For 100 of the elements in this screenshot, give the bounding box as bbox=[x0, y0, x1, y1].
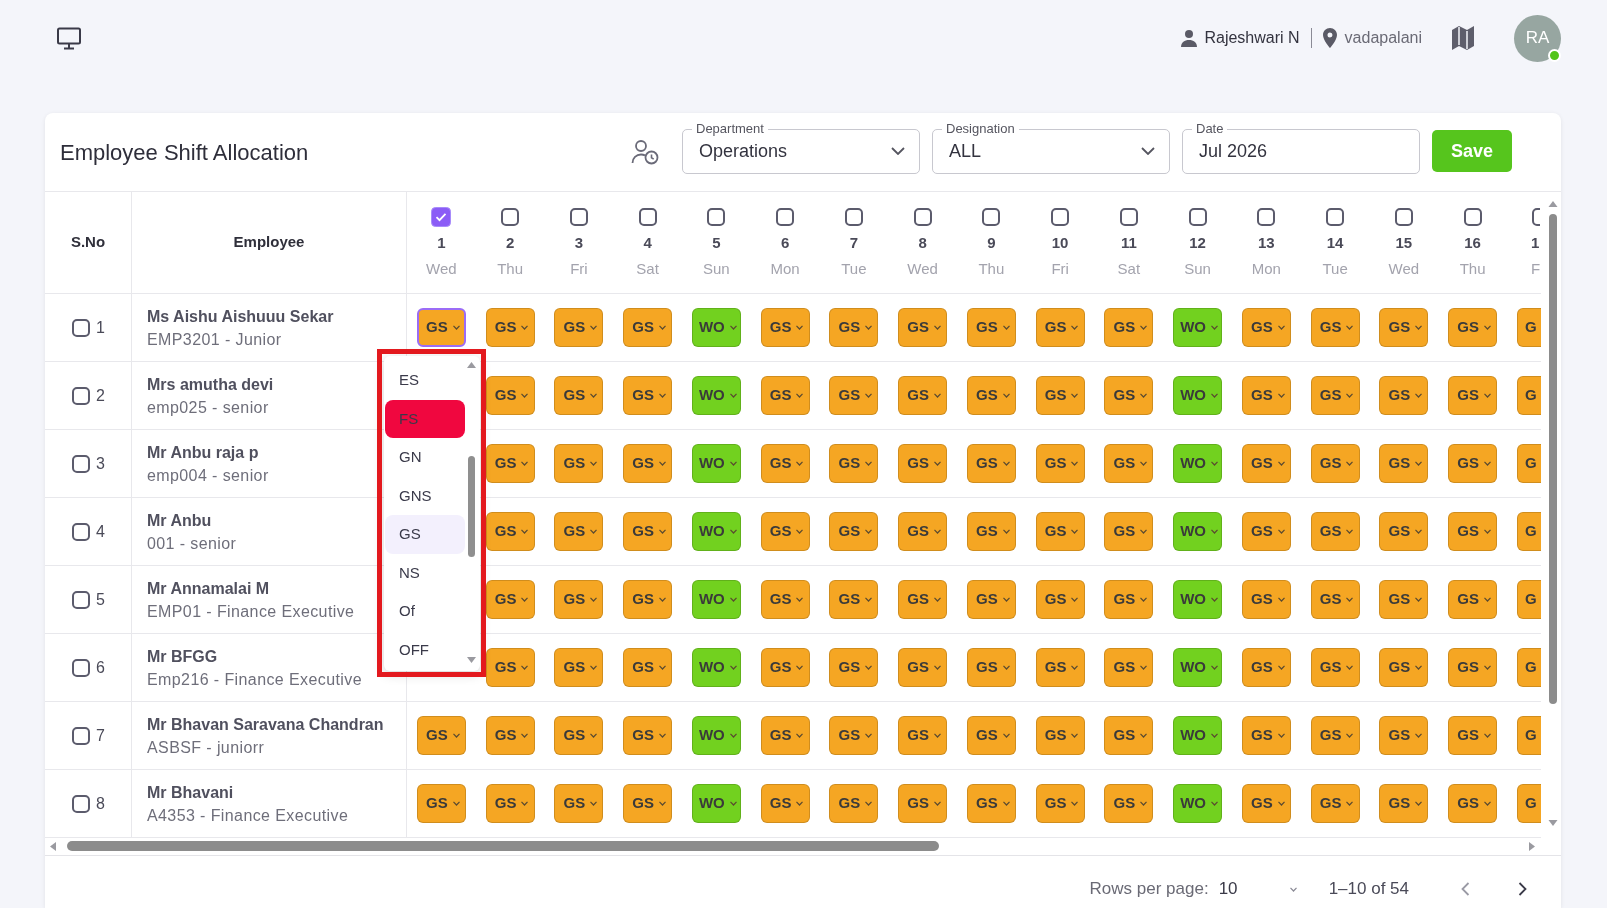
shift-select[interactable]: WO bbox=[1173, 444, 1223, 483]
shift-select[interactable]: GS bbox=[966, 716, 1016, 755]
shift-select[interactable]: GS bbox=[829, 376, 879, 415]
shift-select[interactable]: GS bbox=[554, 784, 604, 823]
shift-select[interactable]: GS bbox=[966, 376, 1016, 415]
shift-select[interactable]: GS bbox=[1448, 308, 1498, 347]
day-checkbox[interactable] bbox=[1256, 207, 1277, 227]
shift-select[interactable]: GS bbox=[485, 376, 535, 415]
shift-select[interactable]: GS bbox=[1310, 376, 1360, 415]
day-checkbox[interactable] bbox=[568, 207, 589, 227]
row-checkbox[interactable] bbox=[71, 725, 92, 746]
shift-select[interactable]: WO bbox=[1173, 716, 1223, 755]
row-checkbox[interactable] bbox=[71, 453, 92, 474]
row-checkbox[interactable] bbox=[71, 589, 92, 610]
day-checkbox[interactable] bbox=[1118, 207, 1139, 227]
shift-select[interactable]: GS bbox=[623, 512, 673, 551]
shift-select[interactable]: GS bbox=[1448, 580, 1498, 619]
shift-select[interactable]: WO bbox=[1173, 308, 1223, 347]
shift-select[interactable]: GS bbox=[623, 716, 673, 755]
shift-select[interactable]: WO bbox=[1173, 580, 1223, 619]
day-checkbox[interactable] bbox=[1187, 207, 1208, 227]
row-checkbox[interactable] bbox=[71, 521, 92, 542]
shift-select[interactable]: GS bbox=[416, 716, 466, 755]
shift-select[interactable]: GS bbox=[1035, 784, 1085, 823]
shift-select[interactable]: GS bbox=[1104, 716, 1154, 755]
shift-select[interactable]: GS bbox=[966, 648, 1016, 687]
shift-select[interactable]: GS bbox=[1310, 784, 1360, 823]
day-checkbox[interactable] bbox=[1531, 207, 1540, 227]
shift-select[interactable]: GS bbox=[760, 648, 810, 687]
shift-select[interactable]: GS bbox=[1379, 648, 1429, 687]
shift-select[interactable]: GS bbox=[898, 308, 948, 347]
shift-select[interactable]: GS bbox=[898, 580, 948, 619]
shift-select[interactable]: G bbox=[1517, 444, 1541, 483]
shift-select[interactable]: GS bbox=[1035, 376, 1085, 415]
shift-select[interactable]: GS bbox=[1448, 784, 1498, 823]
shift-select[interactable]: GS bbox=[1104, 648, 1154, 687]
row-checkbox[interactable] bbox=[71, 385, 92, 406]
row-checkbox[interactable] bbox=[71, 657, 92, 678]
shift-select[interactable]: GS bbox=[1448, 512, 1498, 551]
shift-select[interactable]: GS bbox=[829, 648, 879, 687]
shift-select[interactable]: GS bbox=[554, 580, 604, 619]
shift-select[interactable]: GS bbox=[1448, 444, 1498, 483]
shift-select[interactable]: GS bbox=[829, 308, 879, 347]
day-checkbox[interactable] bbox=[775, 207, 796, 227]
shift-select[interactable]: GS bbox=[623, 444, 673, 483]
shift-select[interactable]: GS bbox=[1035, 716, 1085, 755]
shift-select[interactable]: WO bbox=[1173, 512, 1223, 551]
shift-select[interactable]: GS bbox=[829, 784, 879, 823]
shift-select[interactable]: GS bbox=[1379, 784, 1429, 823]
shift-select[interactable]: G bbox=[1517, 648, 1541, 687]
row-checkbox[interactable] bbox=[71, 793, 92, 814]
shift-select[interactable]: GS bbox=[966, 580, 1016, 619]
shift-select[interactable]: GS bbox=[1379, 308, 1429, 347]
shift-select[interactable]: G bbox=[1517, 512, 1541, 551]
shift-select[interactable]: GS bbox=[760, 376, 810, 415]
shift-select[interactable]: GS bbox=[1241, 308, 1291, 347]
shift-select[interactable]: WO bbox=[691, 376, 741, 415]
day-checkbox[interactable] bbox=[1050, 207, 1071, 227]
shift-select[interactable]: GS bbox=[1379, 580, 1429, 619]
shift-select[interactable]: GS bbox=[760, 308, 810, 347]
shift-select[interactable]: GS bbox=[966, 512, 1016, 551]
shift-select[interactable]: GS bbox=[1379, 376, 1429, 415]
day-checkbox[interactable] bbox=[500, 207, 521, 227]
shift-select[interactable]: GS bbox=[898, 444, 948, 483]
shift-select[interactable]: GS bbox=[966, 784, 1016, 823]
shift-select[interactable]: GS bbox=[1379, 716, 1429, 755]
shift-select[interactable]: WO bbox=[691, 308, 741, 347]
shift-select[interactable]: GS bbox=[1241, 784, 1291, 823]
shift-select[interactable]: GS bbox=[416, 308, 466, 347]
shift-select[interactable]: WO bbox=[1173, 376, 1223, 415]
shift-select[interactable]: GS bbox=[1310, 512, 1360, 551]
shift-select[interactable]: GS bbox=[623, 648, 673, 687]
map-icon[interactable] bbox=[1452, 26, 1474, 50]
dropdown-option[interactable]: GS bbox=[385, 515, 465, 554]
shift-select[interactable]: GS bbox=[1104, 784, 1154, 823]
shift-select[interactable]: GS bbox=[760, 512, 810, 551]
day-checkbox[interactable] bbox=[1393, 207, 1414, 227]
shift-select[interactable]: G bbox=[1517, 308, 1541, 347]
shift-select[interactable]: GS bbox=[554, 308, 604, 347]
shift-select[interactable]: GS bbox=[829, 580, 879, 619]
shift-select[interactable]: GS bbox=[1448, 716, 1498, 755]
shift-select[interactable]: GS bbox=[760, 444, 810, 483]
shift-select[interactable]: GS bbox=[1035, 308, 1085, 347]
shift-select[interactable]: GS bbox=[760, 580, 810, 619]
day-checkbox[interactable] bbox=[637, 207, 658, 227]
shift-select[interactable]: WO bbox=[691, 444, 741, 483]
shift-select[interactable]: GS bbox=[1379, 512, 1429, 551]
shift-select[interactable]: GS bbox=[1104, 376, 1154, 415]
shift-select[interactable]: WO bbox=[691, 580, 741, 619]
shift-select[interactable]: WO bbox=[691, 512, 741, 551]
shift-select[interactable]: GS bbox=[1241, 444, 1291, 483]
shift-select[interactable]: GS bbox=[1310, 648, 1360, 687]
shift-select[interactable]: GS bbox=[1035, 580, 1085, 619]
shift-select[interactable]: GS bbox=[898, 716, 948, 755]
shift-select[interactable]: G bbox=[1517, 580, 1541, 619]
shift-select[interactable]: GS bbox=[1104, 512, 1154, 551]
shift-select[interactable]: GS bbox=[1310, 716, 1360, 755]
day-checkbox[interactable] bbox=[981, 207, 1002, 227]
shift-select[interactable]: GS bbox=[1104, 308, 1154, 347]
shift-select[interactable]: GS bbox=[829, 444, 879, 483]
